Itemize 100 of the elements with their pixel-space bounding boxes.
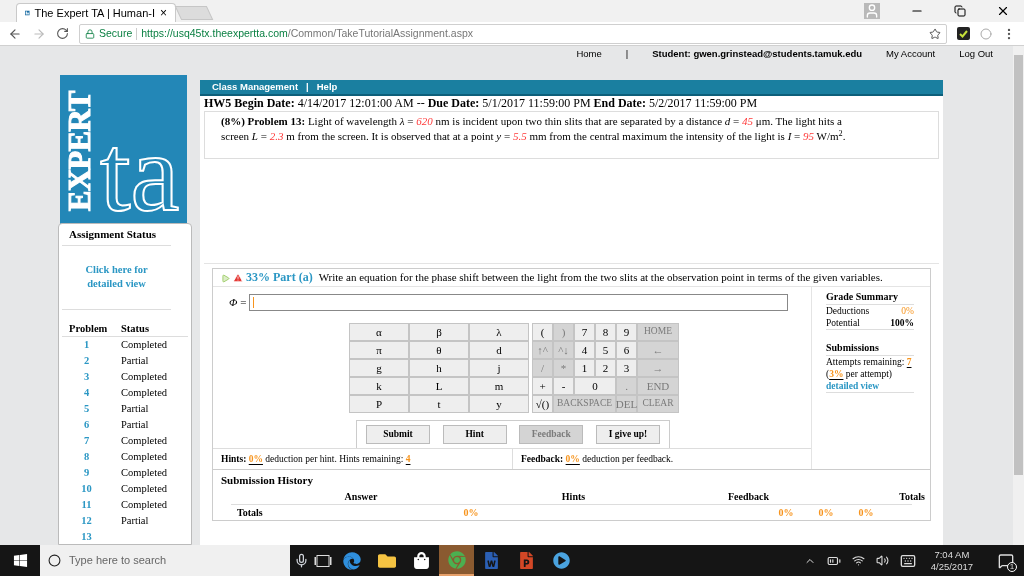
- menu-item[interactable]: Help: [316, 80, 338, 95]
- action-button[interactable]: Submit: [366, 425, 430, 444]
- keypad-key[interactable]: √(): [532, 395, 553, 413]
- keypad-key[interactable]: y: [469, 395, 529, 413]
- keypad-key[interactable]: +: [532, 377, 553, 395]
- bookmark-star-icon[interactable]: [929, 27, 941, 40]
- document-icon[interactable]: [483, 552, 500, 569]
- keypad-key[interactable]: 5: [595, 341, 616, 359]
- keypad-key[interactable]: m: [469, 377, 529, 395]
- student-email: Student: gwen.grinstead@students.tamuk.edu: [651, 47, 864, 62]
- keypad-key[interactable]: θ: [409, 341, 469, 359]
- keyboard-icon[interactable]: [899, 552, 916, 569]
- menu-item[interactable]: Class Management: [212, 80, 299, 95]
- summary-value: 100%: [890, 317, 914, 329]
- keypad-key[interactable]: 4: [574, 341, 595, 359]
- notification-button[interactable]: 1: [998, 552, 1014, 569]
- keypad-key[interactable]: 7: [574, 323, 595, 341]
- wifi-icon[interactable]: [851, 554, 865, 567]
- attempts-remaining: Attempts remaining: 7: [826, 356, 913, 368]
- action-button[interactable]: Hint: [442, 425, 507, 444]
- summary-label: Deductions: [826, 305, 870, 317]
- problem-number-link[interactable]: 8: [62, 449, 121, 466]
- problem-status: Completed: [121, 498, 168, 513]
- problem-status: Partial: [121, 402, 149, 417]
- keypad-key[interactable]: j: [469, 359, 529, 377]
- keypad-key[interactable]: 3: [616, 359, 637, 377]
- nav-link[interactable]: Home: [564, 47, 614, 62]
- shopping-bag-icon[interactable]: [413, 552, 430, 569]
- keypad-key[interactable]: P: [349, 395, 409, 413]
- keypad-key[interactable]: -: [553, 377, 574, 395]
- problem-status: Completed: [121, 370, 168, 385]
- answer-label: Φ =: [229, 294, 247, 310]
- search-icon: [48, 554, 61, 567]
- nav-link[interactable]: My Account: [874, 47, 948, 62]
- summary-label: Potential: [826, 317, 860, 329]
- nav-separator: |: [624, 47, 630, 62]
- warning-icon: [233, 273, 243, 283]
- problem-status: Partial: [121, 514, 149, 529]
- back-icon[interactable]: [8, 26, 22, 41]
- lock-icon: [85, 28, 95, 39]
- keypad-key[interactable]: d: [469, 341, 529, 359]
- browser-tab[interactable]: The Expert TA | Human-I ×: [16, 3, 176, 22]
- windows-logo-icon[interactable]: [12, 553, 28, 568]
- folder-icon[interactable]: [377, 551, 396, 570]
- clock-date[interactable]: 4/25/2017: [930, 560, 973, 573]
- url-text: https://usq45tx.theexpertta.com/Common/TakeTutorialAssignment.aspx: [141, 25, 473, 41]
- column-header: Status: [121, 321, 149, 336]
- keypad-key[interactable]: 9: [616, 323, 637, 341]
- column-header: Answer: [343, 489, 379, 504]
- keypad-key[interactable]: α: [349, 323, 409, 341]
- problem-status: Partial: [121, 354, 149, 369]
- action-button[interactable]: I give up!: [595, 425, 660, 444]
- clock-time[interactable]: 7:04 AM: [934, 548, 970, 561]
- keypad-key[interactable]: t: [409, 395, 469, 413]
- address-bar[interactable]: Secure https://usq45tx.theexpertta.com/Common/TakeTutorialAssignment.aspx: [79, 23, 947, 44]
- keypad-key[interactable]: 6: [616, 341, 637, 359]
- assignment-dates: HW5 Begin Date: 4/14/2017 12:01:00 AM -- Due Date: 5/1/2017 11:59:00 PM End Date: 5/2/2017 11:59:00 PM: [203, 96, 759, 110]
- submission-history-title: Submission History: [221, 473, 314, 488]
- summary-value: 0%: [901, 305, 914, 317]
- keypad-key[interactable]: L: [409, 377, 469, 395]
- keypad-key[interactable]: k: [349, 377, 409, 395]
- keypad-key[interactable]: π: [349, 341, 409, 359]
- nav-link[interactable]: Log Out: [947, 47, 1005, 62]
- keypad-key[interactable]: β: [409, 323, 469, 341]
- problem-status: Completed: [121, 482, 168, 497]
- microphone-icon[interactable]: [293, 553, 309, 568]
- presentation-icon[interactable]: [518, 552, 535, 569]
- per-attempt-deduction: (3% per attempt): [826, 368, 893, 380]
- task-view-icon[interactable]: [314, 554, 332, 567]
- table-cell-text: 0%: [817, 505, 835, 520]
- keypad-key[interactable]: g: [349, 359, 409, 377]
- grade-summary-title: Grade Summary: [826, 289, 914, 305]
- close-icon[interactable]: [996, 4, 1010, 18]
- tab-close-button[interactable]: ×: [160, 7, 167, 19]
- keypad-key[interactable]: h: [409, 359, 469, 377]
- logo-word: EXPERT: [60, 91, 98, 211]
- table-cell-text: 0%: [777, 505, 795, 520]
- scrollbar[interactable]: [1013, 46, 1024, 545]
- keypad-key[interactable]: λ: [469, 323, 529, 341]
- media-player-icon[interactable]: [553, 552, 570, 569]
- keypad-key[interactable]: (: [532, 323, 553, 341]
- reload-icon[interactable]: [56, 27, 69, 40]
- keypad-key[interactable]: 8: [595, 323, 616, 341]
- problem-status: Partial: [121, 418, 149, 433]
- search-field[interactable]: Type here to search: [40, 545, 290, 576]
- answer-field[interactable]: [249, 293, 789, 311]
- volume-icon[interactable]: [875, 554, 889, 567]
- feedback-info: Feedback: 0% deduction per feedback.: [521, 452, 674, 466]
- keypad-key[interactable]: 0: [574, 377, 616, 395]
- problem-status: Completed: [121, 450, 168, 465]
- browser-icon[interactable]: [342, 551, 361, 570]
- column-header: Totals: [898, 489, 926, 504]
- problem-status: Completed: [121, 466, 168, 481]
- part-question: 33% Part (a) Write an equation for the phase shift between the light from the two slits at the observation point in terms of the given variables.: [246, 271, 883, 284]
- keypad-key[interactable]: 1: [574, 359, 595, 377]
- problem-number-link[interactable]: 9: [62, 465, 121, 482]
- problem-status: Completed: [121, 386, 168, 401]
- extension-icon[interactable]: [957, 27, 970, 40]
- restore-icon[interactable]: [954, 5, 966, 17]
- keypad-key[interactable]: 2: [595, 359, 616, 377]
